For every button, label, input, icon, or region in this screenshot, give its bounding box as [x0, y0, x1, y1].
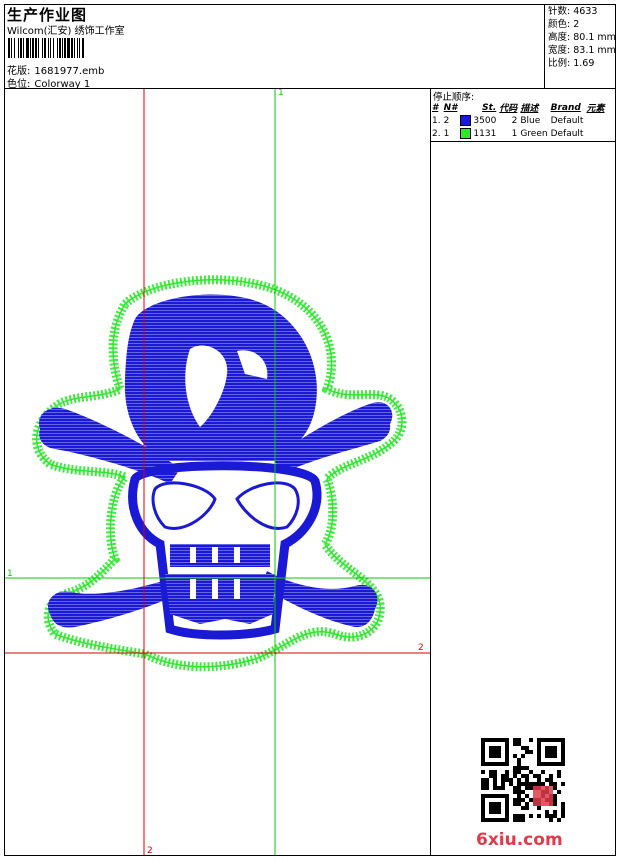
row-stitches: 3500	[473, 116, 497, 126]
row-brand: Default	[550, 115, 584, 126]
design-canvas: 1 1 2 2	[5, 89, 430, 855]
row-stitches-cell: 3500	[460, 114, 499, 127]
height-label: 高度:	[548, 32, 571, 43]
table-row: 2. 1 1131 1 Green Default	[432, 127, 607, 140]
site-watermark: 6xiu.com	[476, 830, 563, 850]
row-description: Blue	[520, 115, 541, 126]
row-code: 2	[511, 115, 518, 126]
color-count-value: 2	[573, 19, 580, 30]
barcode-image	[8, 38, 84, 58]
scale-label: 比例:	[548, 58, 571, 69]
color-count-label: 颜色:	[548, 19, 571, 30]
color-count-row: 颜色: 2	[548, 18, 616, 31]
studio-name: Wilcom(汇安) 绣饰工作室	[7, 26, 125, 37]
row-stitches-cell: 1131	[460, 127, 499, 140]
guide-label-top-1: 1	[278, 89, 284, 98]
colorway-row: 色位: Colorway 1	[7, 75, 90, 90]
row-index: 2.	[432, 128, 441, 139]
row-stitches: 1131	[473, 129, 497, 139]
sidebar-divider	[430, 88, 431, 856]
stitch-count-value: 4633	[573, 6, 598, 17]
stop-sequence-table: # N# St. 代码 描述 Brand 元素 1. 2 3500 2 Blue…	[432, 101, 607, 140]
row-description: Green	[520, 128, 548, 139]
embroidery-design	[5, 89, 430, 855]
row-brand: Default	[550, 128, 584, 139]
col-stitches: St.	[482, 102, 497, 113]
col-element: 元素	[586, 104, 605, 114]
height-row: 高度: 80.1 mm	[548, 31, 616, 44]
qr-code-image	[481, 738, 565, 822]
row-number: 1	[443, 128, 450, 139]
design-stats: 针数: 4633 颜色: 2 高度: 80.1 mm 宽度: 83.1 mm 比…	[548, 5, 616, 70]
scale-row: 比例: 1.69	[548, 57, 616, 70]
table-row: 1. 2 3500 2 Blue Default	[432, 114, 607, 127]
stop-table-header: # N# St. 代码 描述 Brand 元素	[432, 101, 607, 115]
color-swatch	[460, 128, 472, 139]
guide-label-left-1: 1	[7, 569, 13, 579]
row-code: 1	[511, 128, 518, 139]
stats-divider	[544, 4, 545, 88]
color-swatch	[460, 115, 472, 126]
guide-label-right-2: 2	[418, 643, 424, 653]
col-description: 描述	[520, 104, 539, 114]
row-index: 1.	[432, 115, 441, 126]
col-brand: Brand	[550, 102, 581, 113]
stop-table-divider	[430, 141, 616, 142]
height-value: 80.1 mm	[573, 32, 616, 43]
width-value: 83.1 mm	[573, 45, 616, 56]
row-element	[586, 127, 607, 140]
stitch-count-row: 针数: 4633	[548, 5, 616, 18]
guide-label-bottom-2: 2	[147, 846, 153, 855]
col-code: 代码	[499, 104, 518, 114]
stitch-count-label: 针数:	[548, 6, 571, 17]
width-label: 宽度:	[548, 45, 571, 56]
col-number: N#	[443, 102, 458, 113]
scale-value: 1.69	[573, 58, 595, 69]
col-index: #	[432, 102, 439, 113]
row-element	[586, 114, 607, 127]
row-number: 2	[443, 115, 450, 126]
width-row: 宽度: 83.1 mm	[548, 44, 616, 57]
